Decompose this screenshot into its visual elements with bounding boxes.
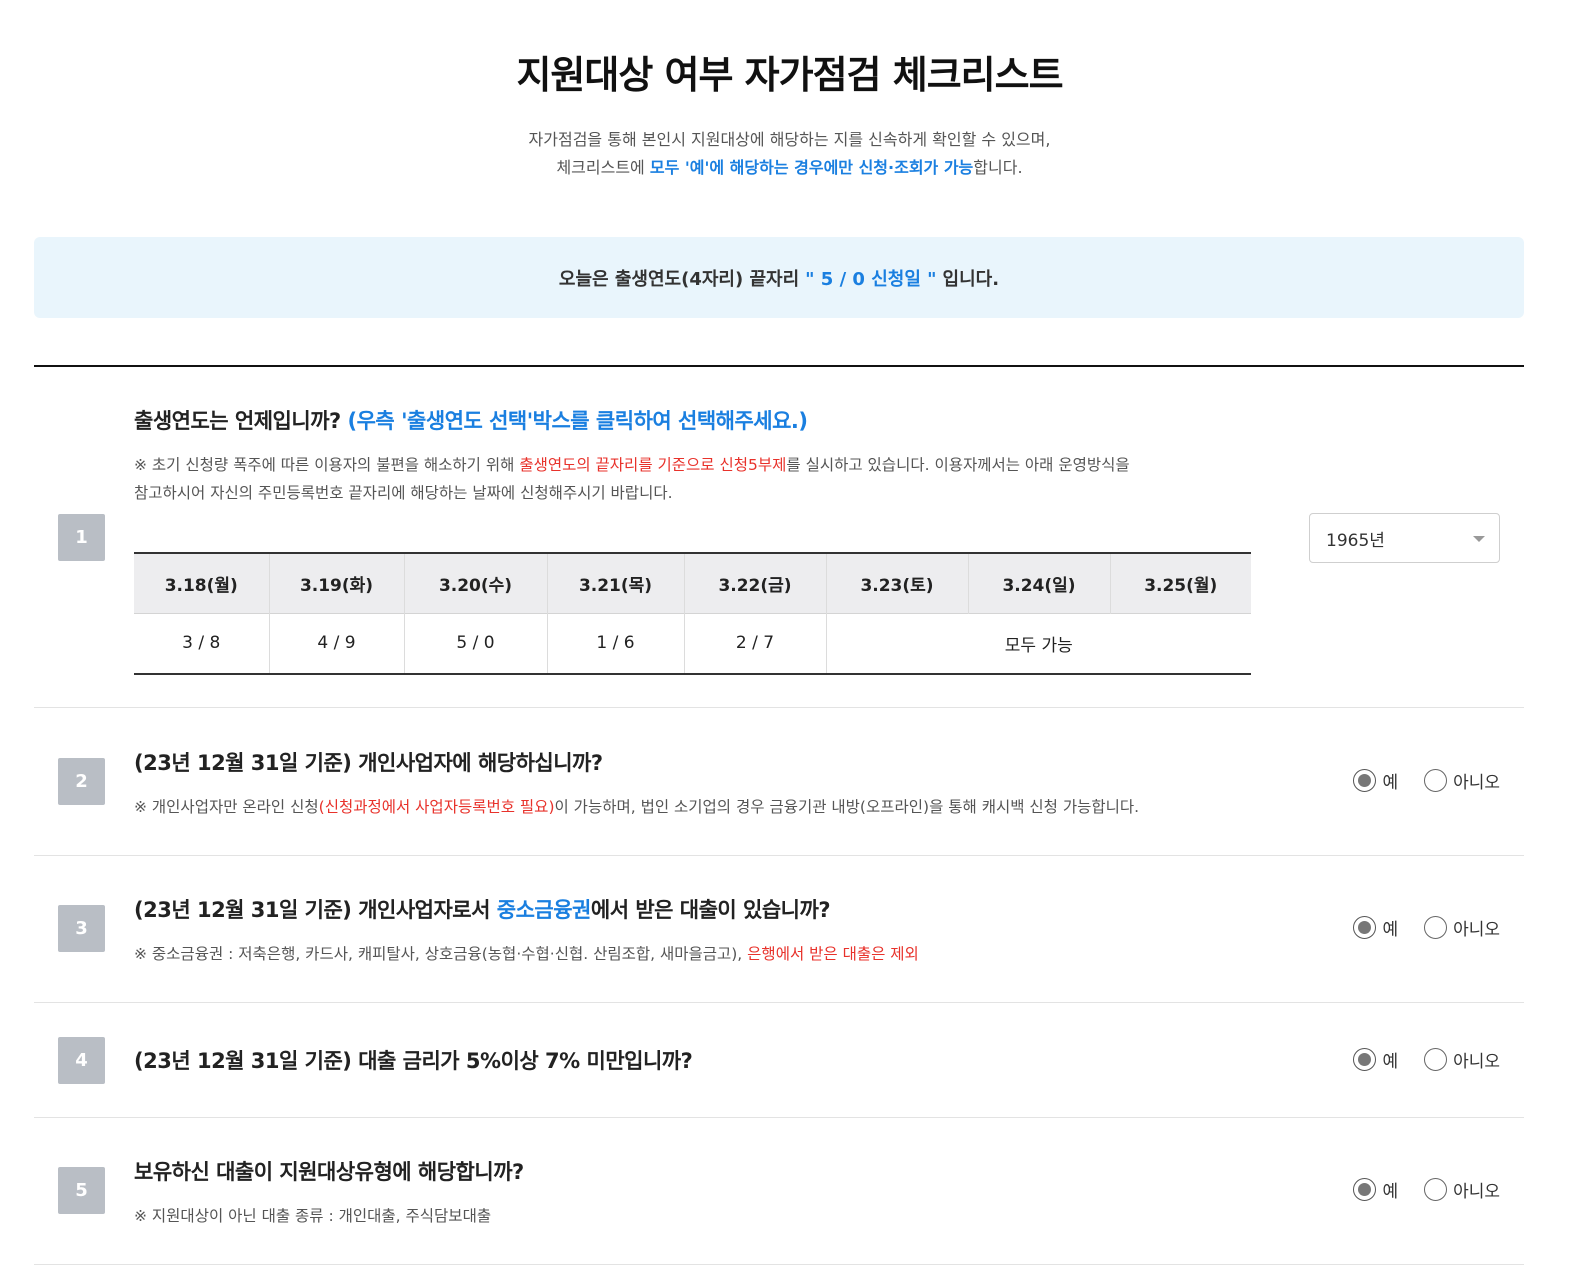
question-text-4: (23년 12월 31일 기준) 대출 금리가 5%이상 7% 미만입니까?: [134, 1049, 693, 1073]
question-number-1: 1: [58, 514, 105, 561]
question-row-1: 1 출생연도는 언제입니까? (우측 '출생연도 선택'박스를 클릭하여 선택해…: [34, 367, 1524, 708]
question-3-note-red: 은행에서 받은 대출은 제외: [747, 945, 919, 963]
birth-year-value: 1965년: [1326, 530, 1385, 551]
intro-line-2: 체크리스트에 모두 '예'에 해당하는 경우에만 신청·조회가 가능합니다.: [0, 154, 1579, 182]
schedule-header: 3.23(토): [826, 552, 969, 613]
no-option[interactable]: 아니오: [1424, 768, 1500, 793]
schedule-header: 3.21(목): [547, 552, 685, 613]
schedule-cell: 1 / 6: [547, 612, 685, 675]
question-3-text-suffix: 에서 받은 대출이 있습니까?: [590, 898, 831, 922]
question-3-note-prefix: ※ 중소금융권 : 저축은행, 카드사, 캐피탈사, 상호금융(농협·수협·신협…: [134, 945, 748, 963]
question-number-2: 2: [58, 758, 105, 805]
schedule-header: 3.22(금): [684, 552, 827, 613]
question-number-5: 5: [58, 1167, 105, 1214]
yes-label: 예: [1382, 1052, 1399, 1072]
question-2-options: 예 아니오: [1353, 768, 1500, 793]
no-label: 아니오: [1453, 1052, 1500, 1072]
intro-line-2-suffix: 합니다.: [973, 158, 1023, 177]
question-text-5: 보유하신 대출이 지원대상유형에 해당합니까?: [134, 1160, 524, 1184]
question-1-note-prefix: ※ 초기 신청량 폭주에 따른 이용자의 불편을 해소하기 위해: [134, 456, 520, 474]
birth-year-select[interactable]: 1965년: [1309, 513, 1500, 563]
schedule-cell: 3 / 8: [134, 612, 270, 675]
chevron-down-icon: [1473, 536, 1485, 542]
yes-option[interactable]: 예: [1353, 768, 1398, 793]
no-label: 아니오: [1453, 1182, 1500, 1202]
intro-line-2-prefix: 체크리스트에: [556, 158, 650, 177]
question-1-note: ※ 초기 신청량 폭주에 따른 이용자의 불편을 해소하기 위해 출생연도의 끝…: [134, 451, 1130, 507]
yes-label: 예: [1382, 920, 1399, 940]
schedule-cell: 5 / 0: [404, 612, 548, 675]
no-label: 아니오: [1453, 773, 1500, 793]
question-5-options: 예 아니오: [1353, 1177, 1500, 1202]
radio-empty-icon[interactable]: [1424, 769, 1448, 792]
schedule-header: 3.20(수): [404, 552, 548, 613]
radio-selected-icon[interactable]: [1353, 769, 1377, 792]
question-row-4: 4 (23년 12월 31일 기준) 대출 금리가 5%이상 7% 미만입니까?…: [34, 1003, 1524, 1118]
page-title: 지원대상 여부 자가점검 체크리스트: [516, 53, 1063, 97]
schedule-header-row: 3.18(월) 3.19(화) 3.20(수) 3.21(목) 3.22(금) …: [134, 552, 1251, 613]
question-3-options: 예 아니오: [1353, 915, 1500, 940]
question-1-note-red: 출생연도의 끝자리를 기준으로 신청5부제: [519, 456, 787, 474]
notice-suffix: 입니다.: [942, 268, 1000, 290]
question-1-note-line-1: ※ 초기 신청량 폭주에 따른 이용자의 불편을 해소하기 위해 출생연도의 끝…: [134, 451, 1130, 479]
schedule-value-row: 3 / 8 4 / 9 5 / 0 1 / 6 2 / 7 모두 가능: [134, 612, 1251, 675]
schedule-cell-all: 모두 가능: [826, 612, 1251, 675]
schedule-header: 3.25(월): [1110, 552, 1251, 613]
question-3-text-blue: 중소금융권: [496, 898, 592, 922]
question-3-note: ※ 중소금융권 : 저축은행, 카드사, 캐피탈사, 상호금융(농협·수협·신협…: [134, 940, 919, 968]
question-row-3: 3 (23년 12월 31일 기준) 개인사업자로서 중소금융권에서 받은 대출…: [34, 856, 1524, 1003]
no-option[interactable]: 아니오: [1424, 1177, 1500, 1202]
yes-option[interactable]: 예: [1353, 1177, 1398, 1202]
radio-empty-icon[interactable]: [1424, 1178, 1448, 1201]
question-2-note: ※ 개인사업자만 온라인 신청(신청과정에서 사업자등록번호 필요)이 가능하며…: [134, 793, 1139, 821]
radio-selected-icon[interactable]: [1353, 1048, 1377, 1071]
intro-text: 자가점검을 통해 본인시 지원대상에 해당하는 지를 신속하게 확인할 수 있으…: [0, 126, 1579, 182]
question-row-2: 2 (23년 12월 31일 기준) 개인사업자에 해당하십니까? ※ 개인사업…: [34, 708, 1524, 856]
no-label: 아니오: [1453, 920, 1500, 940]
notice-prefix: 오늘은 출생연도(4자리) 끝자리: [558, 268, 800, 290]
question-number-4: 4: [58, 1037, 105, 1084]
question-text-3: (23년 12월 31일 기준) 개인사업자로서 중소금융권에서 받은 대출이 …: [134, 894, 831, 924]
radio-selected-icon[interactable]: [1353, 1178, 1377, 1201]
yes-label: 예: [1382, 1182, 1399, 1202]
notice-banner: 오늘은 출생연도(4자리) 끝자리 " 5 / 0 신청일 " 입니다.: [34, 237, 1524, 318]
no-option[interactable]: 아니오: [1424, 915, 1500, 940]
question-5-note: ※ 지원대상이 아닌 대출 종류 : 개인대출, 주식담보대출: [134, 1207, 492, 1225]
question-text-2: (23년 12월 31일 기준) 개인사업자에 해당하십니까?: [134, 751, 603, 775]
question-1-note-line-2: 참고하시어 자신의 주민등록번호 끝자리에 해당하는 날짜에 신청해주시기 바랍…: [134, 484, 673, 502]
yes-option[interactable]: 예: [1353, 915, 1398, 940]
question-2-note-prefix: ※ 개인사업자만 온라인 신청: [134, 798, 319, 816]
question-text-1: 출생연도는 언제입니까? (우측 '출생연도 선택'박스를 클릭하여 선택해주세…: [134, 405, 808, 435]
schedule-cell: 4 / 9: [269, 612, 405, 675]
notice-highlight: " 5 / 0 신청일 ": [805, 268, 937, 290]
intro-line-1: 자가점검을 통해 본인시 지원대상에 해당하는 지를 신속하게 확인할 수 있으…: [528, 130, 1051, 149]
question-1-text: 출생연도는 언제입니까?: [134, 409, 341, 433]
question-1-hint: (우측 '출생연도 선택'박스를 클릭하여 선택해주세요.): [347, 409, 809, 433]
question-number-3: 3: [58, 905, 105, 952]
schedule-table: 3.18(월) 3.19(화) 3.20(수) 3.21(목) 3.22(금) …: [134, 552, 1251, 675]
no-option[interactable]: 아니오: [1424, 1047, 1500, 1072]
question-2-note-suffix: 이 가능하며, 법인 소기업의 경우 금융기관 내방(오프라인)을 통해 캐시백…: [554, 798, 1140, 816]
schedule-header: 3.18(월): [134, 552, 270, 613]
intro-highlight: 모두 '예'에 해당하는 경우에만 신청·조회가 가능: [649, 158, 974, 177]
question-4-options: 예 아니오: [1353, 1047, 1500, 1072]
schedule-header: 3.19(화): [269, 552, 405, 613]
radio-empty-icon[interactable]: [1424, 916, 1448, 939]
yes-label: 예: [1382, 773, 1399, 793]
schedule-cell: 2 / 7: [684, 612, 827, 675]
yes-option[interactable]: 예: [1353, 1047, 1398, 1072]
schedule-header: 3.24(일): [968, 552, 1111, 613]
question-row-5: 5 보유하신 대출이 지원대상유형에 해당합니까? ※ 지원대상이 아닌 대출 …: [34, 1118, 1524, 1265]
radio-empty-icon[interactable]: [1424, 1048, 1448, 1071]
question-2-note-red: (신청과정에서 사업자등록번호 필요): [318, 798, 555, 816]
question-3-text-prefix: (23년 12월 31일 기준) 개인사업자로서: [134, 898, 497, 922]
question-1-note-suffix: 를 실시하고 있습니다. 이용자께서는 아래 운영방식을: [786, 456, 1130, 474]
radio-selected-icon[interactable]: [1353, 916, 1377, 939]
